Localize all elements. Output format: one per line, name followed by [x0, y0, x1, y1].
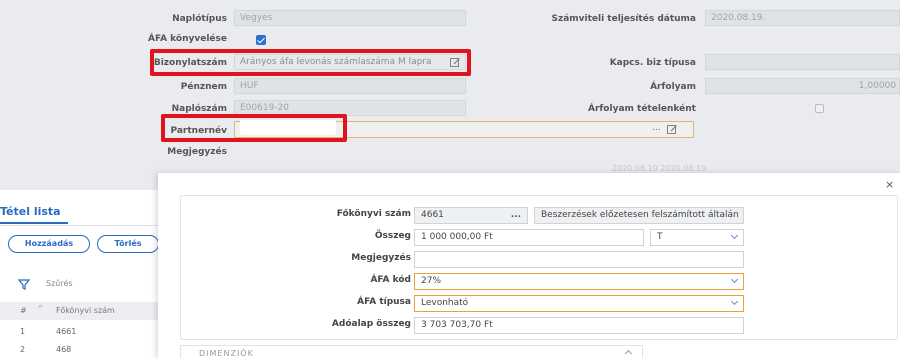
faded-dates-text: 2020.08.19 2020.08.19 — [612, 164, 707, 173]
tab-underline — [0, 222, 68, 224]
partnernev-lookup-button[interactable]: ... — [652, 123, 661, 133]
dimenziok-label: DIMENZIÓK — [199, 349, 254, 358]
row-index: 2 — [20, 345, 26, 354]
line-item-dialog: × Főkönyvi szám 4661 ... Beszerzések elő… — [158, 173, 900, 358]
adoalap-input[interactable]: 3 703 703,70 Ft — [414, 317, 744, 334]
table-row[interactable]: 1 4661 — [0, 324, 160, 340]
osszeg-input[interactable]: 1 000 000,00 Ft — [414, 229, 644, 246]
column-index: # — [20, 306, 27, 315]
penznem-label: Pénznem — [180, 82, 227, 92]
afa-kod-value: 27% — [421, 276, 442, 286]
naplotipus-label: Naplótípus — [172, 14, 227, 24]
osszeg-label: Összeg — [374, 231, 411, 241]
afa-konyvelese-label: ÁFA könyvelése — [147, 34, 227, 44]
afa-kod-label: ÁFA kód — [370, 275, 411, 285]
chevron-down-icon — [730, 275, 739, 284]
afa-tipusa-label: ÁFA típusa — [357, 297, 411, 307]
delete-button[interactable]: Törlés — [97, 235, 159, 253]
filter-row: Szűrés — [0, 274, 160, 296]
naplotipus-field[interactable]: Vegyes — [234, 10, 466, 26]
grid-header: # ^ Főkönyvi szám — [0, 302, 160, 320]
highlight-bizonylatszam — [150, 49, 471, 76]
adoalap-label: Adóalap összeg — [331, 319, 411, 329]
fokonyvi-szam-value: 4661 — [421, 210, 444, 220]
edit-icon[interactable] — [667, 124, 678, 135]
filter-label[interactable]: Szűrés — [46, 279, 73, 288]
tetel-lista-tab[interactable]: Tétel lista — [0, 205, 61, 218]
naploszam-label: Naplószám — [171, 104, 227, 114]
arfolyam-tetelenkent-label: Árfolyam tételenként — [587, 104, 696, 114]
chevron-down-icon — [730, 297, 739, 306]
arfolyam-tetelenkent-checkbox[interactable] — [815, 104, 824, 113]
dimenziok-section[interactable]: DIMENZIÓK — [180, 345, 643, 358]
row-fokonyvi: 4661 — [56, 327, 77, 336]
filter-icon[interactable] — [17, 278, 31, 290]
megjegyzes-label: Megjegyzés — [351, 253, 411, 263]
fokonyvi-szam-input[interactable]: 4661 ... — [414, 207, 528, 224]
afa-konyvelese-checkbox[interactable] — [256, 35, 266, 45]
kapcs-biz-field[interactable] — [705, 54, 900, 70]
add-button[interactable]: Hozzáadás — [8, 235, 90, 253]
fokonyvi-description: Beszerzések előzetesen felszámított álta… — [534, 207, 744, 224]
divider — [0, 225, 160, 226]
row-index: 1 — [20, 327, 26, 336]
arfolyam-label: Árfolyam — [650, 82, 696, 92]
penznem-field[interactable]: HUF — [234, 78, 466, 94]
column-fokonyvi[interactable]: Főkönyvi szám — [56, 306, 115, 315]
chevron-up-icon[interactable] — [624, 349, 633, 358]
fokonyvi-szam-label: Főkönyvi szám — [336, 209, 411, 219]
szamviteli-label: Számviteli teljesítés dátuma — [551, 14, 696, 24]
document-header-form: Naplótípus Vegyes ÁFA könyvelése Bizonyl… — [0, 0, 900, 200]
row-fokonyvi: 468 — [56, 345, 72, 354]
tk-select[interactable]: T — [650, 229, 744, 246]
afa-kod-select[interactable]: 27% — [414, 273, 744, 290]
afa-tipusa-value: Levonható — [421, 298, 469, 308]
tk-value: T — [657, 232, 663, 242]
szamviteli-field[interactable]: 2020.08.19. — [705, 10, 900, 26]
chevron-down-icon — [730, 231, 739, 240]
sort-icon[interactable]: ^ — [37, 304, 44, 313]
highlight-partnernev — [161, 114, 347, 142]
afa-tipusa-select[interactable]: Levonható — [414, 295, 744, 312]
kapcs-biz-label: Kapcs. biz típusa — [609, 58, 696, 68]
arfolyam-field[interactable]: 1,00000 — [705, 78, 900, 94]
fokonyvi-lookup-button[interactable]: ... — [511, 208, 521, 223]
close-icon[interactable]: × — [885, 178, 894, 191]
line-item-form: Főkönyvi szám 4661 ... Beszerzések előze… — [180, 195, 898, 340]
table-row[interactable]: 2 468 — [0, 342, 160, 358]
megjegyzes-input[interactable] — [414, 251, 744, 268]
megjegyzes-label: Megjegyzés — [167, 147, 227, 157]
